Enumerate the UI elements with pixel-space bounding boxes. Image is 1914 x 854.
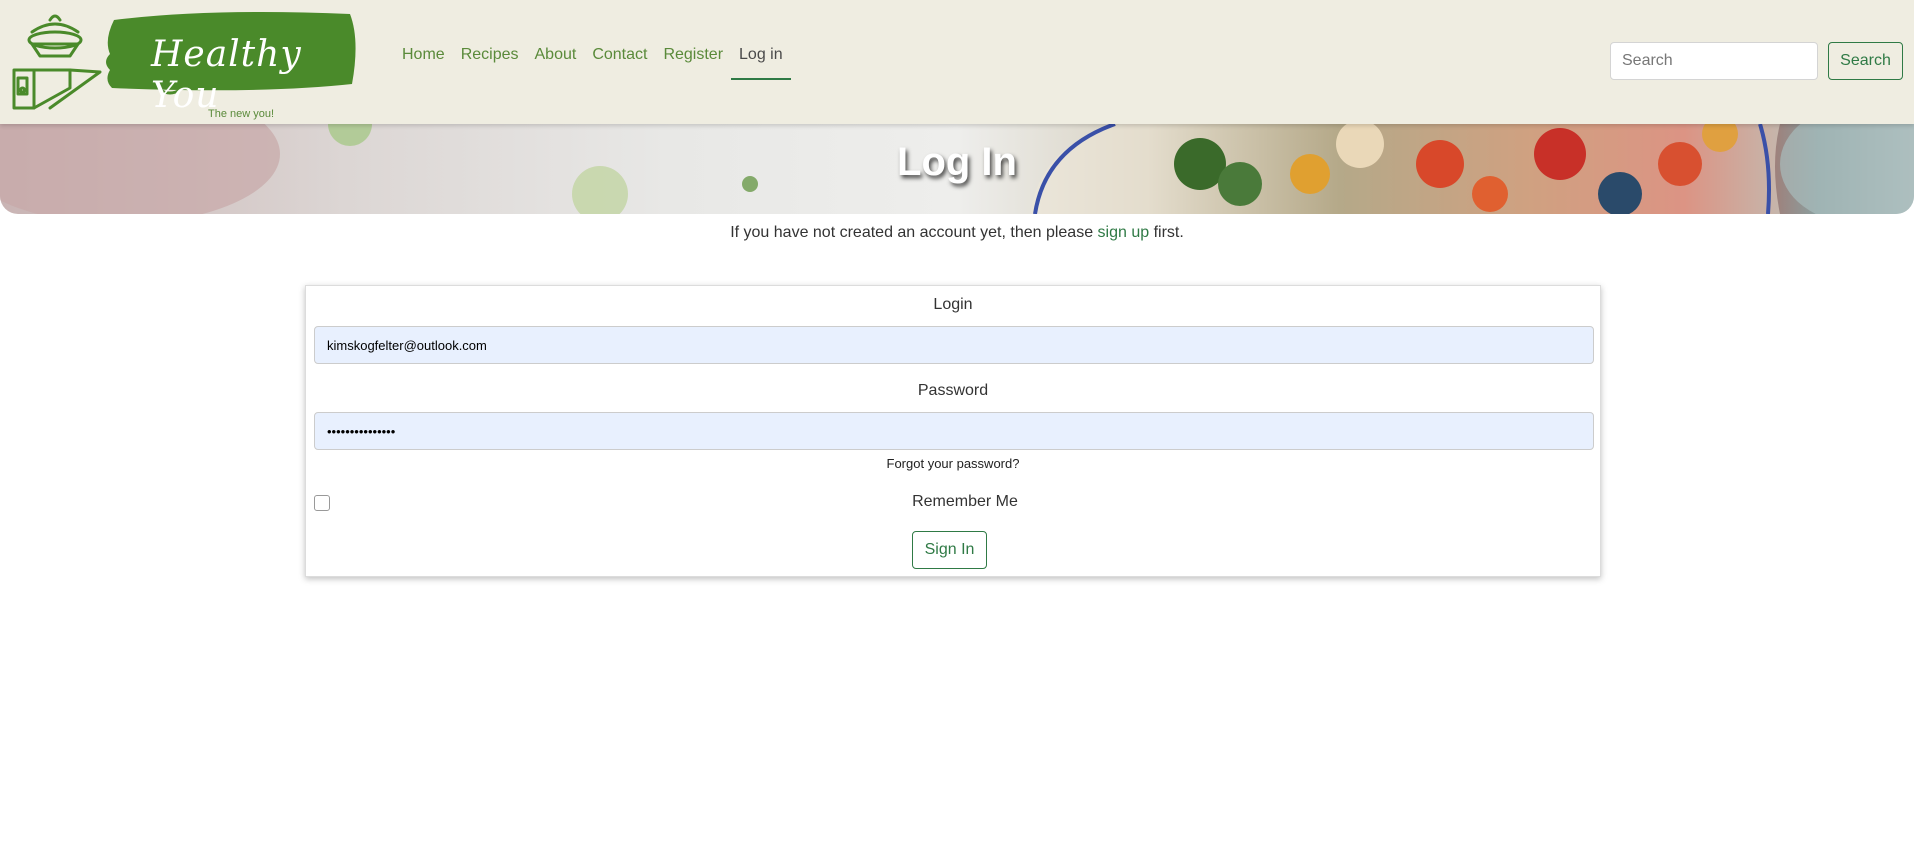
remember-me-label: Remember Me	[912, 493, 1018, 510]
search-button[interactable]: Search	[1828, 42, 1903, 80]
search-input[interactable]	[1610, 42, 1818, 80]
password-label: Password	[917, 382, 989, 399]
signup-link[interactable]: sign up	[1098, 224, 1150, 241]
nav-link-contact[interactable]: Contact	[584, 40, 655, 80]
nav-link-home[interactable]: Home	[394, 40, 453, 80]
brand-name: Healthy You	[151, 34, 302, 116]
sign-in-button[interactable]: Sign In	[912, 531, 987, 569]
brand-tagline: The new you!	[208, 108, 275, 120]
page-title: Log In	[897, 140, 1017, 184]
nav-link-login[interactable]: Log in	[731, 40, 791, 80]
main-nav: Home Recipes About Contact Register Log …	[394, 40, 791, 80]
signup-prompt-before: If you have not created an account yet, …	[730, 224, 1098, 241]
login-label: Login	[933, 296, 973, 313]
navbar: Healthy You The new you! Home Recipes Ab…	[0, 0, 1914, 124]
password-input[interactable]	[314, 412, 1594, 450]
nav-link-register[interactable]: Register	[655, 40, 731, 80]
signup-prompt: If you have not created an account yet, …	[0, 224, 1914, 242]
hero-banner: Log In	[0, 124, 1914, 214]
forgot-password-link[interactable]: Forgot your password?	[306, 456, 1600, 471]
login-form: Login Password Forgot your password? Rem…	[305, 285, 1601, 577]
nav-link-recipes[interactable]: Recipes	[453, 40, 527, 80]
login-input[interactable]	[314, 326, 1594, 364]
nav-link-about[interactable]: About	[527, 40, 585, 80]
signup-prompt-after: first.	[1149, 224, 1184, 241]
brand-logo[interactable]: Healthy You The new you!	[10, 10, 360, 120]
